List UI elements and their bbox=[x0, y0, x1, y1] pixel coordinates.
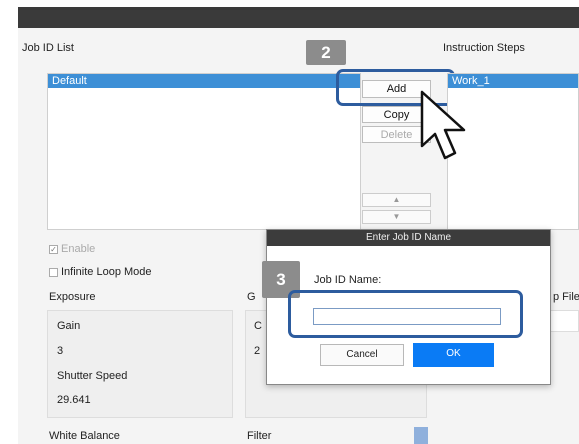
second-group-label: C bbox=[254, 320, 262, 332]
gain-value[interactable]: 3 bbox=[57, 345, 63, 357]
exposure-title: Exposure bbox=[49, 291, 96, 303]
enable-checkbox[interactable]: ✓ bbox=[49, 244, 58, 254]
filter-title: Filter bbox=[247, 430, 272, 442]
enable-label: Enable bbox=[61, 243, 96, 255]
job-id-list[interactable]: Default bbox=[47, 73, 361, 230]
white-balance-title: White Balance bbox=[49, 430, 120, 442]
job-id-name-label: Job ID Name: bbox=[314, 274, 382, 286]
infinite-loop-checkbox-row[interactable]: Infinite Loop Mode bbox=[49, 266, 152, 278]
gain-label: Gain bbox=[57, 320, 81, 332]
second-group-value[interactable]: 2 bbox=[254, 345, 260, 357]
second-group-title: G bbox=[247, 291, 256, 303]
infinite-loop-checkbox[interactable] bbox=[49, 267, 58, 277]
shutter-speed-label: Shutter Speed bbox=[57, 370, 128, 382]
mouse-pointer-icon bbox=[420, 90, 466, 160]
job-id-list-item-default[interactable]: Default bbox=[48, 74, 360, 88]
enable-checkbox-row[interactable]: ✓ Enable bbox=[49, 243, 95, 255]
file-label: p File bbox=[553, 291, 579, 303]
instruction-step-item[interactable]: Work_1 bbox=[448, 74, 578, 88]
dialog-cancel-button[interactable]: Cancel bbox=[320, 344, 404, 366]
move-up-button[interactable]: ▲ bbox=[362, 193, 431, 207]
job-id-input-highlight bbox=[288, 290, 523, 338]
step-2-badge: 2 bbox=[306, 40, 346, 65]
dialog-title: Enter Job ID Name bbox=[267, 230, 550, 246]
instruction-steps-title: Instruction Steps bbox=[443, 42, 525, 54]
app-title-bar bbox=[18, 7, 579, 28]
infinite-loop-label: Infinite Loop Mode bbox=[61, 266, 152, 278]
shutter-speed-value[interactable]: 29.641 bbox=[57, 394, 91, 406]
dialog-ok-button[interactable]: OK bbox=[413, 343, 494, 367]
job-id-list-title: Job ID List bbox=[22, 42, 74, 54]
move-down-button[interactable]: ▼ bbox=[362, 210, 431, 224]
filter-color-swatch[interactable] bbox=[414, 427, 428, 444]
